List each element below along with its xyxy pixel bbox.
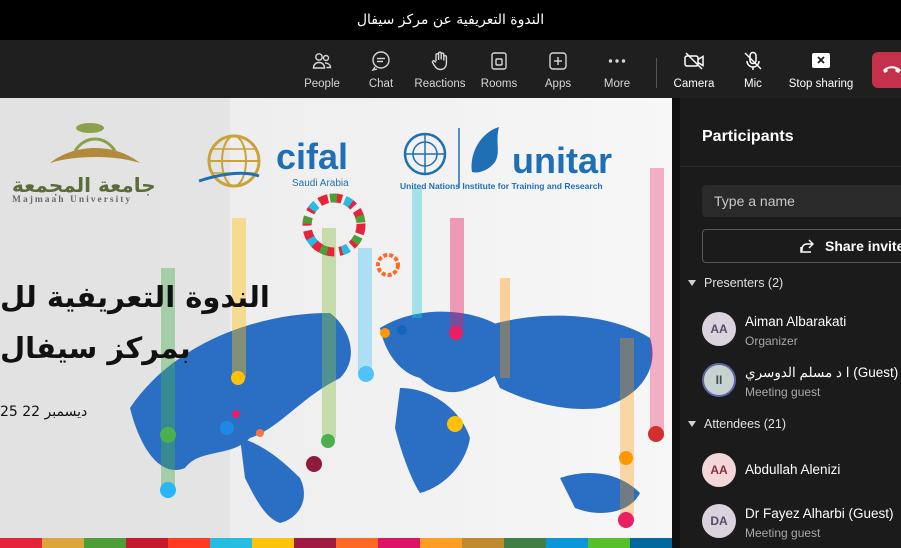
more-button[interactable]: More (587, 50, 647, 94)
slide-heading-line2: بمركز سيفال (0, 331, 191, 365)
share-icon (800, 239, 814, 253)
toolbar-separator (656, 58, 657, 88)
apps-plus-icon (549, 52, 567, 70)
slide-date: 25 ديسمبر 22 (0, 404, 88, 420)
share-invite-button[interactable]: Share invite (702, 229, 901, 263)
avatar: AA (702, 453, 736, 487)
collapse-caret-icon (688, 280, 696, 286)
cifal-logo-text: cifal (276, 136, 349, 177)
university-english-name: Majmaah University (12, 195, 133, 205)
participant-row[interactable]: AA Abdullah Alenizi (702, 449, 901, 489)
attendees-section-toggle[interactable]: Attendees (21) (688, 417, 786, 431)
participant-row[interactable]: AA Aiman Albarakati Organizer (702, 308, 901, 348)
stop-sharing-icon (812, 53, 830, 68)
people-button[interactable]: People (292, 50, 352, 94)
participant-row[interactable]: DA Dr Fayez Alharbi (Guest) Meeting gues… (702, 500, 901, 540)
collapse-caret-icon (688, 421, 696, 427)
meeting-title: الندوة التعريفية عن مركز سيفال (356, 12, 545, 28)
avatar: DA (702, 504, 736, 538)
participant-search-input[interactable]: Type a name (702, 185, 901, 217)
chat-button[interactable]: Chat (351, 50, 411, 94)
window-titlebar: الندوة التعريفية عن مركز سيفال (0, 0, 901, 40)
participant-role: Meeting guest (745, 385, 821, 399)
panel-title: Participants (702, 128, 794, 145)
rooms-button[interactable]: Rooms (469, 50, 529, 94)
participant-role: Organizer (745, 334, 798, 348)
rooms-icon (491, 52, 507, 70)
cifal-subtitle: Saudi Arabia (292, 178, 349, 189)
apps-button[interactable]: Apps (528, 50, 588, 94)
chat-icon (371, 51, 390, 72)
camera-off-icon (684, 52, 704, 70)
panel-divider (680, 166, 901, 167)
participant-name: ا د مسلم الدوسري (Guest) (745, 365, 899, 380)
reactions-hand-icon (431, 51, 448, 71)
camera-button[interactable]: Camera (664, 50, 724, 94)
hang-up-icon (883, 66, 901, 73)
avatar: II (702, 363, 736, 397)
mic-button[interactable]: Mic (723, 50, 783, 94)
participant-role: Meeting guest (745, 526, 821, 540)
mic-off-icon (744, 51, 762, 70)
university-arabic-name: جامعة المجمعة (12, 173, 156, 197)
reactions-button[interactable]: Reactions (410, 50, 470, 94)
avatar: AA (702, 312, 736, 346)
stop-sharing-button[interactable]: Stop sharing (789, 50, 853, 94)
slide-heading-line1: الندوة التعريفية لل (0, 280, 270, 314)
leave-button[interactable] (872, 52, 901, 88)
participant-row[interactable]: II ا د مسلم الدوسري (Guest) Meeting gues… (702, 359, 901, 399)
more-dots-icon (608, 59, 626, 63)
shared-screen: جامعة المجمعة Majmaah University cifal S… (0, 98, 672, 548)
people-icon (312, 53, 332, 69)
participant-name: Abdullah Alenizi (745, 462, 841, 477)
unitar-subtitle: United Nations Institute for Training an… (400, 181, 603, 191)
unitar-logo-text: unitar (512, 140, 613, 181)
participant-name: Aiman Albarakati (745, 314, 847, 329)
participant-name: Dr Fayez Alharbi (Guest) (745, 506, 894, 521)
participants-panel: Participants Type a name Share invite Pr… (680, 98, 901, 548)
presenters-section-toggle[interactable]: Presenters (2) (688, 276, 783, 290)
meeting-toolbar: People Chat Reactions Rooms Apps More Ca… (0, 40, 901, 98)
